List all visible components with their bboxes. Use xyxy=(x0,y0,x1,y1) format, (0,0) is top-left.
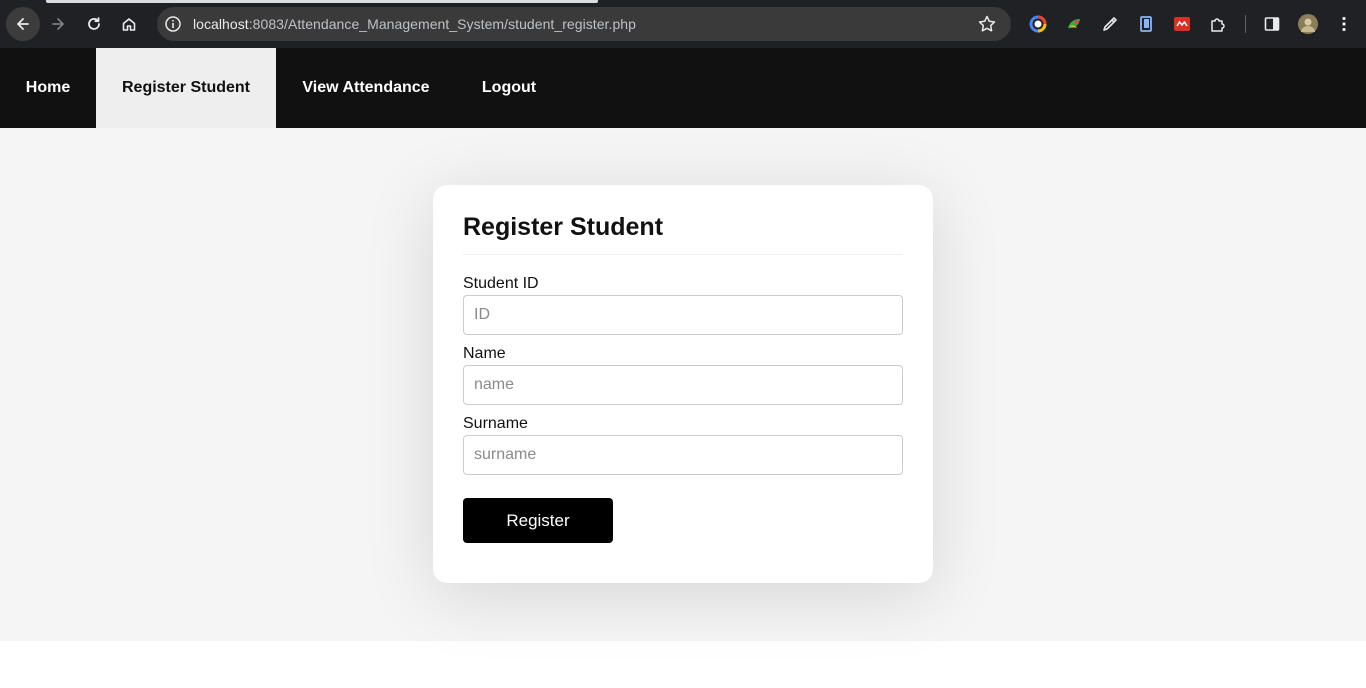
nav-home-link[interactable]: Home xyxy=(0,48,96,128)
notebook-extension-icon[interactable] xyxy=(1136,14,1156,34)
bookmark-star-icon[interactable] xyxy=(977,14,997,34)
form-title: Register Student xyxy=(463,213,664,241)
leaf-extension-icon[interactable] xyxy=(1064,14,1084,34)
name-label: Name xyxy=(463,345,506,362)
nav-view-attendance-link[interactable]: View Attendance xyxy=(276,48,456,128)
name-input[interactable] xyxy=(463,365,903,405)
eyedropper-icon[interactable] xyxy=(1100,14,1120,34)
address-bar[interactable]: localhost:8083/Attendance_Management_Sys… xyxy=(157,7,1011,41)
register-form-card: Register Student Student ID Name Surname… xyxy=(433,185,933,583)
home-icon xyxy=(122,18,136,31)
url-host: localhost xyxy=(193,16,249,32)
student-id-input[interactable] xyxy=(463,295,903,335)
title-divider xyxy=(463,254,903,255)
nav-register-student-link[interactable]: Register Student xyxy=(96,48,276,128)
browser-toolbar: localhost:8083/Attendance_Management_Sys… xyxy=(0,0,1366,48)
reload-button[interactable] xyxy=(78,6,110,42)
active-tab-indicator xyxy=(46,0,598,3)
back-icon xyxy=(17,18,29,30)
main-nav: Home Register Student View Attendance Lo… xyxy=(0,48,1366,128)
extensions-icon[interactable] xyxy=(1208,14,1228,34)
back-button[interactable] xyxy=(6,7,40,41)
mendeley-extension-icon[interactable] xyxy=(1172,14,1192,34)
side-panel-icon[interactable] xyxy=(1262,14,1282,34)
site-info-icon[interactable] xyxy=(164,15,182,33)
forward-button[interactable] xyxy=(42,6,74,42)
menu-icon[interactable] xyxy=(1334,14,1354,34)
url-text[interactable]: localhost:8083/Attendance_Management_Sys… xyxy=(193,16,636,32)
reload-icon xyxy=(88,17,100,30)
student-id-label: Student ID xyxy=(463,275,539,292)
register-button[interactable]: Register xyxy=(463,498,613,543)
home-button[interactable] xyxy=(113,6,145,42)
url-path: :8083/Attendance_Management_System/stude… xyxy=(248,16,636,32)
color-extension-icon[interactable] xyxy=(1028,14,1048,34)
toolbar-divider xyxy=(1245,15,1246,33)
surname-input[interactable] xyxy=(463,435,903,475)
profile-avatar[interactable] xyxy=(1298,14,1318,34)
nav-logout-link[interactable]: Logout xyxy=(456,48,562,128)
surname-label: Surname xyxy=(463,415,528,432)
forward-icon xyxy=(52,18,64,30)
